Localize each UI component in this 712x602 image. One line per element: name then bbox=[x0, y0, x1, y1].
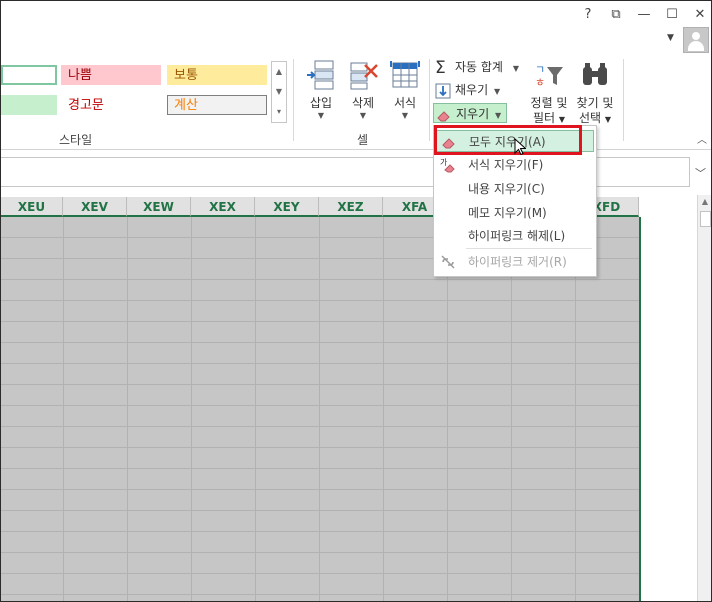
formula-bar: ﹀ bbox=[1, 157, 711, 187]
insert-button[interactable]: 삽입 ▼ bbox=[301, 59, 341, 121]
svg-text:가: 가 bbox=[440, 158, 448, 167]
group-divider bbox=[623, 59, 624, 141]
mouse-cursor-icon bbox=[514, 138, 526, 156]
column-header[interactable]: XEX bbox=[191, 197, 255, 217]
sort-filter-button[interactable]: ㄱ ㅎ 정렬 및 필터 ▼ bbox=[529, 59, 569, 127]
menu-item-clear-hyperlinks[interactable]: 하이퍼링크 해제(L) bbox=[434, 225, 594, 247]
scrollbar-thumb[interactable] bbox=[700, 211, 711, 227]
sort-filter-label-1: 정렬 및 bbox=[530, 96, 568, 110]
cells-group-label: 셀 bbox=[357, 133, 369, 147]
maximize-button[interactable]: ☐ bbox=[661, 5, 683, 25]
format-cells-icon bbox=[390, 61, 420, 88]
menu-item-label: 메모 지우기(M) bbox=[468, 206, 547, 220]
title-bar: ? ⧉ — ☐ ✕ ▼ bbox=[1, 1, 711, 53]
find-select-label-1: 찾기 및 bbox=[576, 96, 614, 110]
collapse-ribbon-icon[interactable]: ︿ bbox=[697, 131, 707, 146]
chevron-down-icon: ▼ bbox=[401, 111, 409, 120]
clear-button[interactable]: 지우기 ▼ bbox=[433, 103, 507, 123]
chevron-down-icon: ▼ bbox=[493, 87, 501, 96]
column-header[interactable]: XEU bbox=[1, 197, 63, 217]
column-header[interactable]: XEV bbox=[63, 197, 127, 217]
svg-text:ㅎ: ㅎ bbox=[535, 76, 545, 89]
column-header[interactable]: XEY bbox=[255, 197, 319, 217]
group-divider bbox=[293, 59, 294, 141]
avatar[interactable] bbox=[683, 27, 709, 53]
fill-label: 채우기 bbox=[455, 83, 489, 97]
sigma-icon: Σ bbox=[435, 57, 446, 78]
column-header[interactable]: XEZ bbox=[319, 197, 383, 217]
scroll-up-icon[interactable]: ▲ bbox=[272, 62, 286, 82]
delete-button[interactable]: 삭제 ▼ bbox=[343, 59, 383, 121]
svg-text:ㄱ: ㄱ bbox=[535, 63, 545, 76]
delete-label: 삭제 bbox=[351, 96, 375, 110]
autosum-label: 자동 합계 bbox=[455, 60, 503, 74]
close-button[interactable]: ✕ bbox=[689, 5, 711, 25]
format-label: 서식 bbox=[393, 96, 417, 110]
menu-divider bbox=[466, 248, 592, 249]
ribbon: 나쁨 보통 경고문 계산 ▲ ▼ ▾ 스타일 삽입 ▼ 삭제 ▼ 서식 ▼ 셀 … bbox=[1, 53, 711, 150]
gallery-expand-icon[interactable]: ▾ bbox=[272, 102, 286, 122]
insert-label: 삽입 bbox=[309, 96, 333, 110]
binoculars-icon bbox=[583, 63, 607, 85]
scroll-up-icon[interactable]: ▲ bbox=[698, 195, 711, 209]
style-gallery-scroll[interactable]: ▲ ▼ ▾ bbox=[271, 61, 287, 123]
find-select-button[interactable]: 찾기 및 선택 ▼ bbox=[575, 59, 615, 127]
menu-item-remove-hyperlinks: 하이퍼링크 제거(R) bbox=[434, 251, 594, 273]
insert-cells-icon bbox=[307, 60, 334, 90]
fill-down-icon bbox=[435, 83, 451, 98]
clear-label: 지우기 bbox=[456, 107, 490, 121]
vertical-scrollbar[interactable]: ▲ bbox=[697, 195, 711, 601]
chevron-down-icon: ▼ bbox=[512, 64, 519, 73]
expand-formula-bar-icon[interactable]: ﹀ bbox=[695, 165, 706, 181]
styles-group-label: 스타일 bbox=[59, 133, 93, 147]
menu-item-clear-comments[interactable]: 메모 지우기(M) bbox=[434, 202, 594, 224]
chevron-down-icon: ▼ bbox=[359, 111, 367, 120]
chevron-down-icon: ▼ bbox=[494, 111, 502, 120]
style-bad-cell[interactable]: 나쁨 bbox=[61, 65, 161, 85]
fill-button[interactable]: 채우기 ▼ bbox=[435, 80, 500, 100]
autosum-button[interactable]: Σ 자동 합계 ▼ bbox=[435, 57, 519, 77]
format-button[interactable]: 서식 ▼ bbox=[385, 59, 425, 121]
eraser-format-icon: 가 bbox=[440, 158, 455, 173]
group-divider bbox=[429, 59, 430, 141]
account-caret-icon[interactable]: ▼ bbox=[667, 33, 674, 43]
menu-item-label: 하이퍼링크 해제(L) bbox=[468, 229, 566, 243]
menu-item-label: 하이퍼링크 제거(R) bbox=[468, 255, 567, 269]
highlight-box bbox=[434, 125, 582, 155]
menu-item-label: 내용 지우기(C) bbox=[468, 182, 545, 196]
sort-filter-icon: ㄱ ㅎ bbox=[535, 63, 563, 89]
scroll-down-icon[interactable]: ▼ bbox=[272, 82, 286, 102]
column-header[interactable]: XEW bbox=[127, 197, 191, 217]
ribbon-display-options-button[interactable]: ⧉ bbox=[605, 5, 627, 25]
menu-item-clear-formats[interactable]: 가 서식 지우기(F) bbox=[434, 154, 594, 176]
eraser-icon bbox=[437, 110, 450, 121]
style-neutral-cell[interactable]: 보통 bbox=[167, 65, 267, 85]
chevron-down-icon: ▼ bbox=[317, 111, 325, 120]
remove-hyperlink-icon bbox=[441, 255, 455, 269]
style-normal-cell[interactable] bbox=[1, 65, 57, 85]
style-good-cell[interactable] bbox=[1, 95, 57, 115]
menu-item-clear-contents[interactable]: 내용 지우기(C) bbox=[434, 178, 594, 200]
menu-item-label: 서식 지우기(F) bbox=[468, 158, 544, 172]
style-calculation-cell[interactable]: 계산 bbox=[167, 95, 267, 115]
style-warning-cell[interactable]: 경고문 bbox=[61, 95, 161, 115]
minimize-button[interactable]: — bbox=[633, 5, 655, 25]
excel-window: ? ⧉ — ☐ ✕ ▼ 나쁨 보통 경고문 계산 ▲ ▼ ▾ 스타일 삽입 ▼ … bbox=[0, 0, 712, 602]
help-button[interactable]: ? bbox=[577, 5, 599, 25]
delete-cells-icon bbox=[350, 62, 378, 90]
